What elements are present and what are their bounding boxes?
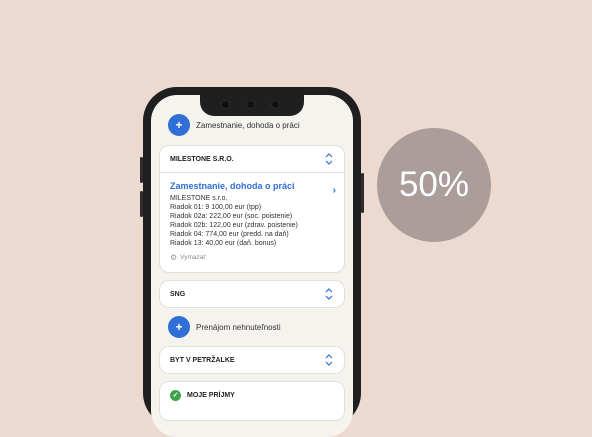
phone-screen: + Zamestnanie, dohoda o práci MILESTONE … (151, 95, 353, 437)
job-entry[interactable]: Zamestnanie, dohoda o práci MILESTONE s.… (160, 172, 344, 268)
camera-notch (200, 95, 304, 116)
flat-card[interactable]: BYT V PETRŽALKE (159, 346, 345, 374)
check-icon: ✓ (170, 389, 181, 401)
add-employment-row[interactable]: + Zamestnanie, dohoda o práci (168, 114, 300, 136)
delete-button[interactable]: ⚙ Vymazať (170, 253, 334, 262)
income-card-header[interactable]: ✓ MOJE PRÍJMY (160, 382, 344, 408)
job-title[interactable]: Zamestnanie, dohoda o práci (170, 181, 334, 191)
flat-name: BYT V PETRŽALKE (170, 356, 235, 364)
income-title: MOJE PRÍJMY (187, 391, 235, 399)
volume-up-button (140, 157, 143, 183)
volume-down-button (140, 191, 143, 217)
income-card[interactable]: ✓ MOJE PRÍJMY (159, 381, 345, 421)
add-rental-button[interactable]: + (168, 316, 190, 338)
flat-card-header[interactable]: BYT V PETRŽALKE (160, 347, 344, 373)
sng-name: SNG (170, 290, 186, 298)
employer-name: MILESTONE S.R.O. (170, 155, 234, 163)
camera-icon (271, 100, 280, 109)
power-button (361, 173, 364, 213)
expand-icon[interactable] (324, 287, 334, 301)
progress-badge: 50% (377, 128, 491, 242)
add-employment-button[interactable]: + (168, 114, 190, 136)
job-detail-line: Riadok 04: 774,00 eur (predd. na daň) (170, 231, 289, 238)
expand-icon[interactable] (324, 353, 334, 367)
camera-icon (246, 100, 255, 109)
camera-icon (221, 100, 230, 109)
sng-card-header[interactable]: SNG (160, 281, 344, 307)
job-detail-line: Riadok 13: 40,00 eur (daň. bonus) (170, 240, 277, 247)
phone-frame: + Zamestnanie, dohoda o práci MILESTONE … (140, 87, 364, 437)
delete-label: Vymazať (180, 254, 206, 261)
chevron-right-icon[interactable]: › (333, 185, 336, 196)
collapse-icon[interactable] (324, 152, 334, 166)
gear-icon: ⚙ (170, 253, 178, 262)
sng-card[interactable]: SNG (159, 280, 345, 308)
job-detail-line: Riadok 02b: 122,00 eur (zdrav. poistenie… (170, 222, 298, 229)
job-detail-line: Riadok 01: 9 100,00 eur (tpp) (170, 204, 262, 211)
add-rental-label: Prenájom nehnuteľnosti (196, 322, 281, 332)
job-detail-line: Riadok 02a: 222,00 eur (soc. poistenie) (170, 213, 293, 220)
job-detail-line: MILESTONE s.r.o. (170, 195, 228, 202)
add-employment-label: Zamestnanie, dohoda o práci (196, 120, 300, 130)
add-rental-row[interactable]: + Prenájom nehnuteľnosti (168, 316, 281, 338)
employer-card-header[interactable]: MILESTONE S.R.O. (160, 146, 344, 172)
employer-card: MILESTONE S.R.O. Zamestnanie, dohoda o p… (159, 145, 345, 273)
